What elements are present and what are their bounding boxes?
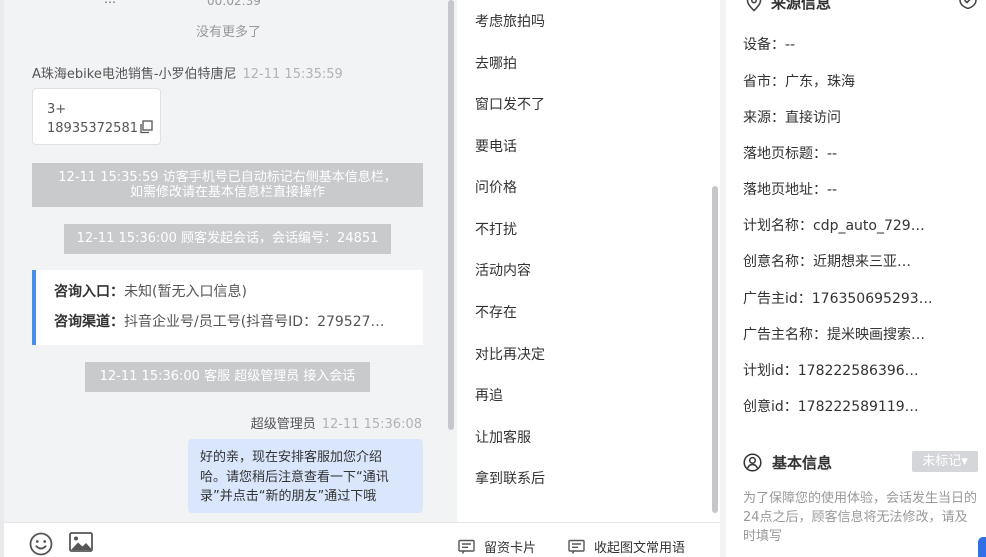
left-border	[0, 0, 4, 557]
clipped-text: …	[104, 0, 116, 6]
system-notice-line: 如需修改请在基本信息栏直接操作	[129, 185, 325, 200]
source-info-title: 来源信息	[771, 0, 832, 12]
quick-reply-item[interactable]: 窗口发不了	[475, 94, 545, 114]
source-row-creative-name: 创意名称：近期想来三亚…	[743, 254, 911, 270]
phone-number: 18935372581	[47, 121, 138, 136]
bubble-line: 录”并点击“新的朋友”通过下哦	[200, 489, 377, 504]
system-notice-session-start: 12-11 15:36:00 顾客发起会话，会话编号：24851	[64, 224, 391, 254]
quick-reply-item[interactable]: 不打扰	[475, 219, 517, 239]
quick-reply-item[interactable]: 让加客服	[475, 427, 531, 447]
agent-message-time: 12-11 15:36:08	[321, 417, 422, 432]
basic-info-title: 基本信息	[772, 454, 833, 472]
location-icon	[746, 0, 762, 12]
quick-reply-scrollbar[interactable]	[712, 186, 718, 513]
source-row-advertiser-id: 广告主id：176350695293…	[743, 291, 933, 307]
quick-reply-item[interactable]: 对比再决定	[475, 344, 545, 364]
source-row-plan-name: 计划名称：cdp_auto_729…	[743, 218, 925, 234]
source-row-region: 省市：广东，珠海	[743, 74, 855, 90]
quick-reply-item[interactable]: 去哪拍	[475, 53, 517, 73]
shield-icon[interactable]	[958, 0, 978, 13]
source-row-landing-title: 落地页标题：--	[743, 146, 838, 162]
source-info-header: 来源信息	[746, 0, 831, 13]
consult-entry-value: 未知(暂无入口信息)	[124, 284, 247, 300]
card-icon	[458, 539, 475, 554]
bubble-line: 哈。请您稍后注意查看一下“通讯	[200, 469, 389, 485]
basic-info-notice: 为了保障您的使用体验，会话发生当日的24点之后，顾客信息将无法修改，请及时填写	[743, 491, 978, 544]
system-notice-agent-join: 12-11 15:36:00 客服 超级管理员 接入会话	[85, 362, 370, 392]
chat-panel: … 00:02:39 没有更多了 A珠海ebike电池销售-小罗伯特唐尼 12-1…	[0, 0, 457, 522]
consult-channel-value: 抖音企业号/员工号(抖音号ID：279527…	[124, 314, 385, 330]
phone-prefix: 3+	[47, 102, 67, 117]
consult-channel-label: 咨询渠道：	[54, 314, 124, 330]
phone-number-row: 18935372581	[47, 119, 160, 140]
quick-reply-item[interactable]: 活动内容	[475, 260, 531, 280]
consult-channel-row: 咨询渠道：抖音企业号/员工号(抖音号ID：279527…	[54, 313, 423, 343]
collapse-phrases-label: 收起图文常用语	[594, 541, 686, 556]
lead-card-label: 留资卡片	[484, 541, 537, 556]
quick-reply-item[interactable]: 不存在	[475, 302, 517, 322]
info-panel: 来源信息 设备：-- 省市：广东，珠海 来源：直接访问 落地页标题：-- 落地页…	[726, 0, 986, 557]
floating-action-button[interactable]	[978, 537, 986, 557]
consult-entry-label: 咨询入口：	[54, 284, 124, 300]
copy-icon[interactable]	[139, 120, 153, 140]
phone-message-card: 3+ 18935372581	[32, 88, 161, 145]
visitor-message-time: 12-11 15:35:59	[242, 67, 343, 82]
image-icon[interactable]	[69, 532, 93, 557]
visitor-message-header: A珠海ebike电池销售-小罗伯特唐尼 12-11 15:35:59	[32, 63, 343, 82]
quick-reply-item[interactable]: 拿到联系后	[475, 468, 545, 488]
quick-reply-item[interactable]: 考虑旅拍吗	[475, 11, 545, 31]
system-notice-phone-marked: 12-11 15:35:59 访客手机号已自动标记右侧基本信息栏， 如需修改请在…	[32, 163, 423, 207]
message-icon	[568, 539, 585, 554]
no-more-text: 没有更多了	[195, 25, 261, 40]
quick-reply-item[interactable]: 问价格	[475, 177, 517, 197]
mark-status-dropdown[interactable]: 未标记▾	[912, 451, 978, 472]
chat-scrollbar[interactable]	[448, 0, 454, 430]
source-row-advertiser-name: 广告主名称：提米映画搜索…	[743, 327, 925, 343]
system-notice-line: 12-11 15:35:59 访客手机号已自动标记右侧基本信息栏，	[58, 170, 397, 185]
bubble-line: 好的亲，现在安排客服加您介绍	[200, 450, 383, 465]
source-row-landing-url: 落地页地址：--	[743, 182, 838, 198]
source-row-source: 来源：直接访问	[743, 110, 841, 126]
lead-card-button[interactable]: 留资卡片	[458, 537, 536, 556]
agent-message-header: 超级管理员 12-11 15:36:08	[251, 413, 422, 432]
quick-reply-panel: 考虑旅拍吗 去哪拍 窗口发不了 要电话 问价格 不打扰 活动内容 不存在 对比再…	[457, 0, 720, 522]
agent-name: 超级管理员	[250, 417, 316, 432]
emoji-icon[interactable]	[28, 531, 54, 557]
user-icon	[743, 453, 762, 472]
collapse-phrases-button[interactable]: 收起图文常用语	[568, 537, 685, 556]
basic-info-header: 基本信息	[743, 452, 832, 473]
source-row-plan-id: 计划id：178222586396…	[743, 363, 919, 379]
app-root: … 00:02:39 没有更多了 A珠海ebike电池销售-小罗伯特唐尼 12-1…	[0, 0, 986, 557]
visitor-name: A珠海ebike电池销售-小罗伯特唐尼	[32, 67, 237, 82]
agent-message-bubble: 好的亲，现在安排客服加您介绍 哈。请您稍后注意查看一下“通讯 录”并点击“新的朋…	[188, 439, 423, 513]
quick-reply-item[interactable]: 要电话	[475, 136, 517, 156]
consult-info-card: 咨询入口：未知(暂无入口信息) 咨询渠道：抖音企业号/员工号(抖音号ID：279…	[32, 270, 423, 345]
clipped-timestamp: 00:02:39	[207, 0, 261, 8]
consult-entry-row: 咨询入口：未知(暂无入口信息)	[54, 283, 423, 313]
source-row-device: 设备：--	[743, 37, 796, 53]
source-row-creative-id: 创意id：178222589119…	[743, 399, 919, 415]
quick-reply-item[interactable]: 再追	[475, 385, 503, 405]
